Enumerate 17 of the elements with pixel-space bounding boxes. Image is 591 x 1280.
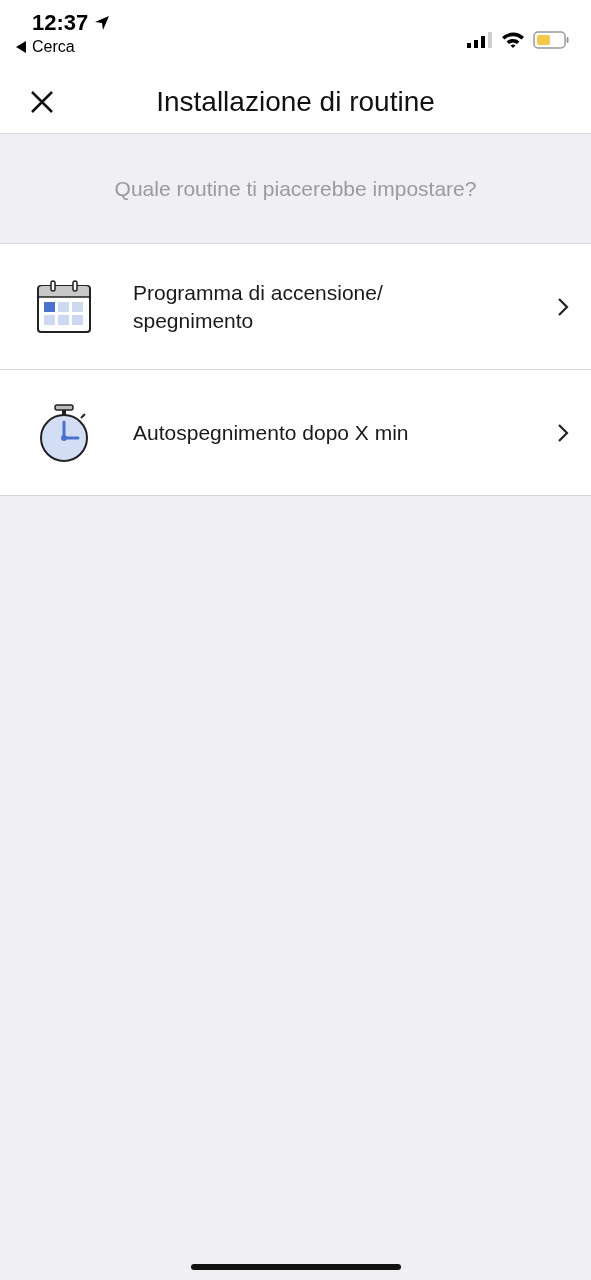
page-title: Installazione di routine: [156, 85, 435, 118]
calendar-icon: [37, 279, 91, 334]
routine-label: Autospegnimento dopo X min: [133, 419, 410, 446]
location-arrow-icon: [94, 15, 111, 31]
status-time: 12:37: [32, 10, 89, 36]
back-triangle-icon[interactable]: [16, 41, 26, 53]
chevron-right-icon: [557, 296, 569, 317]
routine-label: Programma di accensione/ spegnimento: [133, 279, 384, 334]
routine-row[interactable]: Autospegnimento dopo X min: [0, 370, 591, 496]
prompt-text: Quale routine ti piacerebbe impostare?: [114, 176, 477, 201]
battery-icon: [533, 31, 569, 49]
signal-icon: [467, 32, 493, 48]
chevron-right-icon: [557, 422, 569, 443]
wifi-icon: [501, 31, 525, 49]
stopwatch-icon: [37, 403, 91, 462]
back-link[interactable]: Cerca: [32, 38, 75, 56]
routine-row[interactable]: Programma di accensione/ spegnimento: [0, 244, 591, 370]
